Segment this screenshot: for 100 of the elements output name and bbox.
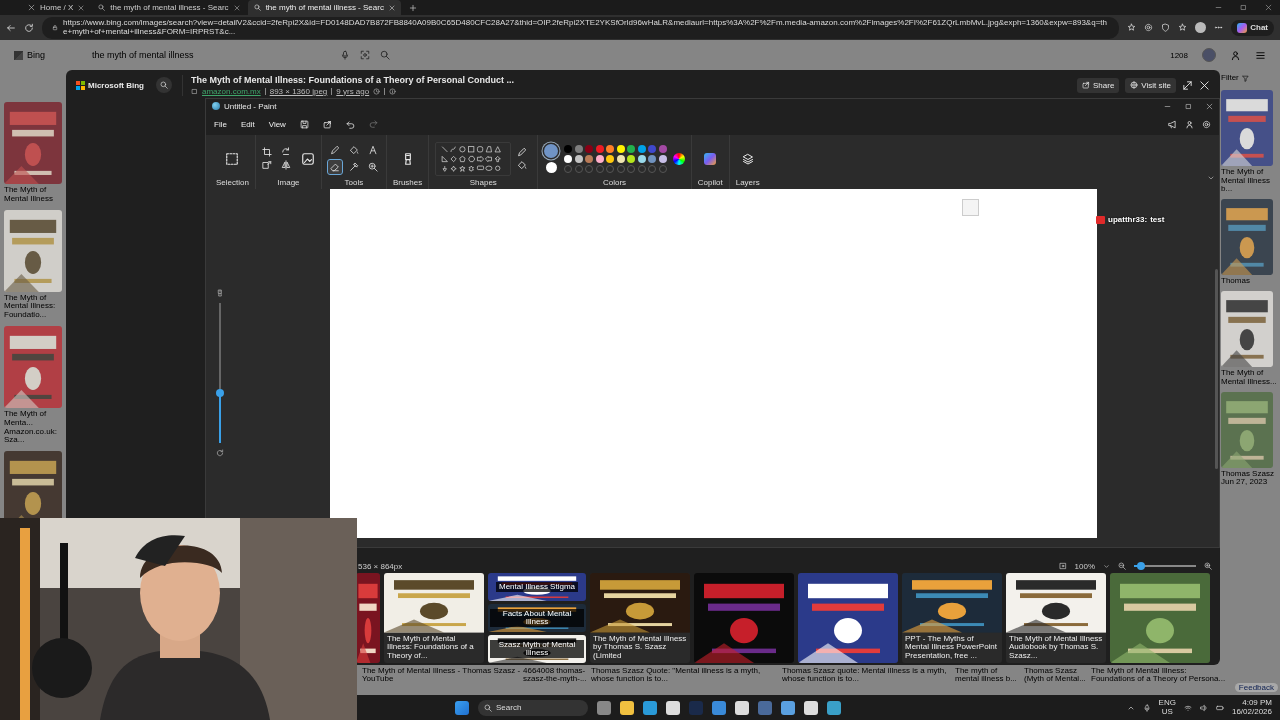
menu-item[interactable]: View xyxy=(268,119,286,129)
taskbar-search[interactable]: Search xyxy=(478,699,588,716)
color-swatch[interactable] xyxy=(658,154,667,163)
color-swatch[interactable] xyxy=(616,144,625,153)
result-caption[interactable]: Thomas xyxy=(1221,277,1279,286)
result-caption[interactable]: The Myth of Mental Illness: Foundatio... xyxy=(4,293,65,320)
clock-time[interactable]: 4:09 PM xyxy=(1242,698,1272,708)
volume-icon[interactable] xyxy=(1199,703,1208,712)
color-swatch[interactable] xyxy=(658,144,667,153)
crop-icon[interactable] xyxy=(261,147,272,157)
browser-tab[interactable]: Home / X xyxy=(22,0,91,15)
fit-icon[interactable] xyxy=(1058,562,1067,570)
clock-date[interactable]: 16/02/2026 xyxy=(1231,707,1272,717)
start-icon[interactable] xyxy=(455,700,469,715)
search-button[interactable] xyxy=(156,77,172,93)
color-swatch[interactable] xyxy=(564,144,573,153)
taskbar-app-icon[interactable] xyxy=(804,700,818,715)
more-icon[interactable] xyxy=(1214,23,1224,32)
result-caption[interactable]: The Myth of Mental Illness... xyxy=(1221,369,1279,387)
color-swatch[interactable] xyxy=(606,144,615,153)
color-swatch[interactable] xyxy=(585,144,594,153)
taskbar-app-icon[interactable] xyxy=(781,700,795,715)
color-swatch[interactable] xyxy=(616,154,625,163)
color-swatch[interactable] xyxy=(627,154,636,163)
undo-icon[interactable] xyxy=(345,119,355,129)
color-swatch[interactable] xyxy=(585,154,594,163)
color-swatch[interactable] xyxy=(606,154,615,163)
zoom-in-icon[interactable] xyxy=(1204,562,1212,570)
taskbar-app-icon[interactable] xyxy=(666,700,680,715)
gear-icon[interactable] xyxy=(1144,23,1154,32)
visit-site-button[interactable]: Visit site xyxy=(1125,77,1176,93)
restore-icon[interactable] xyxy=(1240,4,1247,11)
taskbar-app-icon[interactable] xyxy=(735,700,749,715)
copilot-icon[interactable] xyxy=(704,152,717,165)
result-caption[interactable]: The Myth of Mental Illness b... xyxy=(1221,167,1279,195)
outline-icon[interactable] xyxy=(517,147,528,157)
thumbnail-caption[interactable]: Facts About Mental Illness xyxy=(490,609,584,627)
thumbnail-caption[interactable]: Szasz Myth of Mental Illness xyxy=(490,640,584,658)
back-icon[interactable] xyxy=(6,22,16,33)
image-effects-icon[interactable] xyxy=(300,151,315,166)
result-caption[interactable]: The Myth of Mental Illness: Foundations of a Theory of Persona... xyxy=(1091,667,1229,684)
browser-tab[interactable]: the myth of mental illness - Searc xyxy=(247,0,401,15)
fill-style-icon[interactable] xyxy=(517,160,528,170)
menu-item[interactable]: File xyxy=(214,119,227,129)
account-icon[interactable] xyxy=(1230,49,1241,61)
result-caption[interactable]: The Myth of Mental Illness - Thomas Szasz - YouTube xyxy=(362,667,521,684)
address-bar[interactable]: https://www.bing.com/images/search?view=detailV2&ccid=2feRpi2X&id=FD0148DAD7B872FB8840A09B0C65D480CFC28A27&thid=OIP.2feRpi2XTE2YKSfOrld96wHaLR&mediaurl=https%3A%2F%2Fm.media-amazon.com%2Fimages%2FI%2F61ZQrLmbMvL.jpg&exph=1360&expw=893&q=the+myth+of+mental+illness&FORM=IRPRST&c... xyxy=(42,16,1120,39)
color-swatch[interactable] xyxy=(595,144,604,153)
result-caption[interactable]: The myth of mental illness b... xyxy=(955,667,1022,684)
selection-icon[interactable] xyxy=(225,151,240,166)
reset-icon[interactable] xyxy=(216,449,224,457)
settings-icon[interactable] xyxy=(1202,119,1211,129)
menu-item[interactable]: Edit xyxy=(240,119,255,129)
region-code[interactable]: US xyxy=(1161,707,1173,717)
browser-tab[interactable]: the myth of mental illness - Searc xyxy=(92,0,246,15)
profile-avatar[interactable] xyxy=(1195,22,1207,33)
color-swatch[interactable] xyxy=(648,154,657,163)
taskbar-app-icon[interactable] xyxy=(643,700,657,715)
current-color[interactable] xyxy=(544,144,559,158)
result-caption[interactable]: 4664008 thomas-szasz-the-myth-... xyxy=(523,667,589,684)
color-swatch[interactable] xyxy=(564,154,573,163)
result-caption[interactable]: The Myth of Mental Illness xyxy=(4,186,65,204)
share-button[interactable]: Share xyxy=(1077,77,1120,93)
shield-icon[interactable] xyxy=(1161,23,1171,32)
color-swatch[interactable] xyxy=(574,154,583,163)
chevron-icon[interactable] xyxy=(1207,174,1215,182)
color-swatch[interactable] xyxy=(637,154,646,163)
search-icon[interactable] xyxy=(380,50,390,60)
color-swatch[interactable] xyxy=(627,144,636,153)
chat-button[interactable]: Chat xyxy=(1231,19,1274,36)
menu-icon[interactable] xyxy=(1255,49,1266,61)
shape-gallery[interactable] xyxy=(435,141,512,176)
zoom-out-icon[interactable] xyxy=(1118,562,1126,570)
color-swatch[interactable] xyxy=(637,144,646,153)
color-swatch[interactable] xyxy=(648,144,657,153)
flip-icon[interactable] xyxy=(280,160,291,170)
eraser-tool[interactable] xyxy=(327,160,342,174)
minimize-icon[interactable] xyxy=(1215,4,1222,11)
battery-icon[interactable] xyxy=(1215,703,1224,712)
resize-icon[interactable] xyxy=(261,160,272,170)
result-caption[interactable]: The Myth of Menta... Amazon.co.uk: Sza... xyxy=(4,410,65,446)
wifi-icon[interactable] xyxy=(1183,703,1192,712)
current-color[interactable] xyxy=(545,162,557,173)
taskbar-app-icon[interactable] xyxy=(620,700,634,715)
color-wheel-icon[interactable] xyxy=(672,152,685,165)
new-tab-icon[interactable] xyxy=(408,3,417,12)
microphone-icon[interactable] xyxy=(340,50,350,60)
color-swatch[interactable] xyxy=(574,144,583,153)
share-icon[interactable] xyxy=(322,119,332,129)
info-icon[interactable] xyxy=(389,87,397,95)
star-icon[interactable] xyxy=(1127,23,1137,32)
taskbar-app-icon[interactable] xyxy=(827,700,841,715)
maximize-icon[interactable] xyxy=(1185,102,1192,110)
expand-icon[interactable] xyxy=(1182,79,1193,91)
rotate-icon[interactable] xyxy=(280,147,291,157)
megaphone-icon[interactable] xyxy=(1168,119,1177,129)
layers-icon[interactable] xyxy=(741,152,754,165)
feedback-button[interactable]: Feedback xyxy=(1234,683,1278,692)
result-caption[interactable]: Thomas Szasz Jun 27, 2023 xyxy=(1221,469,1279,488)
result-caption[interactable]: Thomas Szasz (Myth of Mental... xyxy=(1024,667,1089,684)
